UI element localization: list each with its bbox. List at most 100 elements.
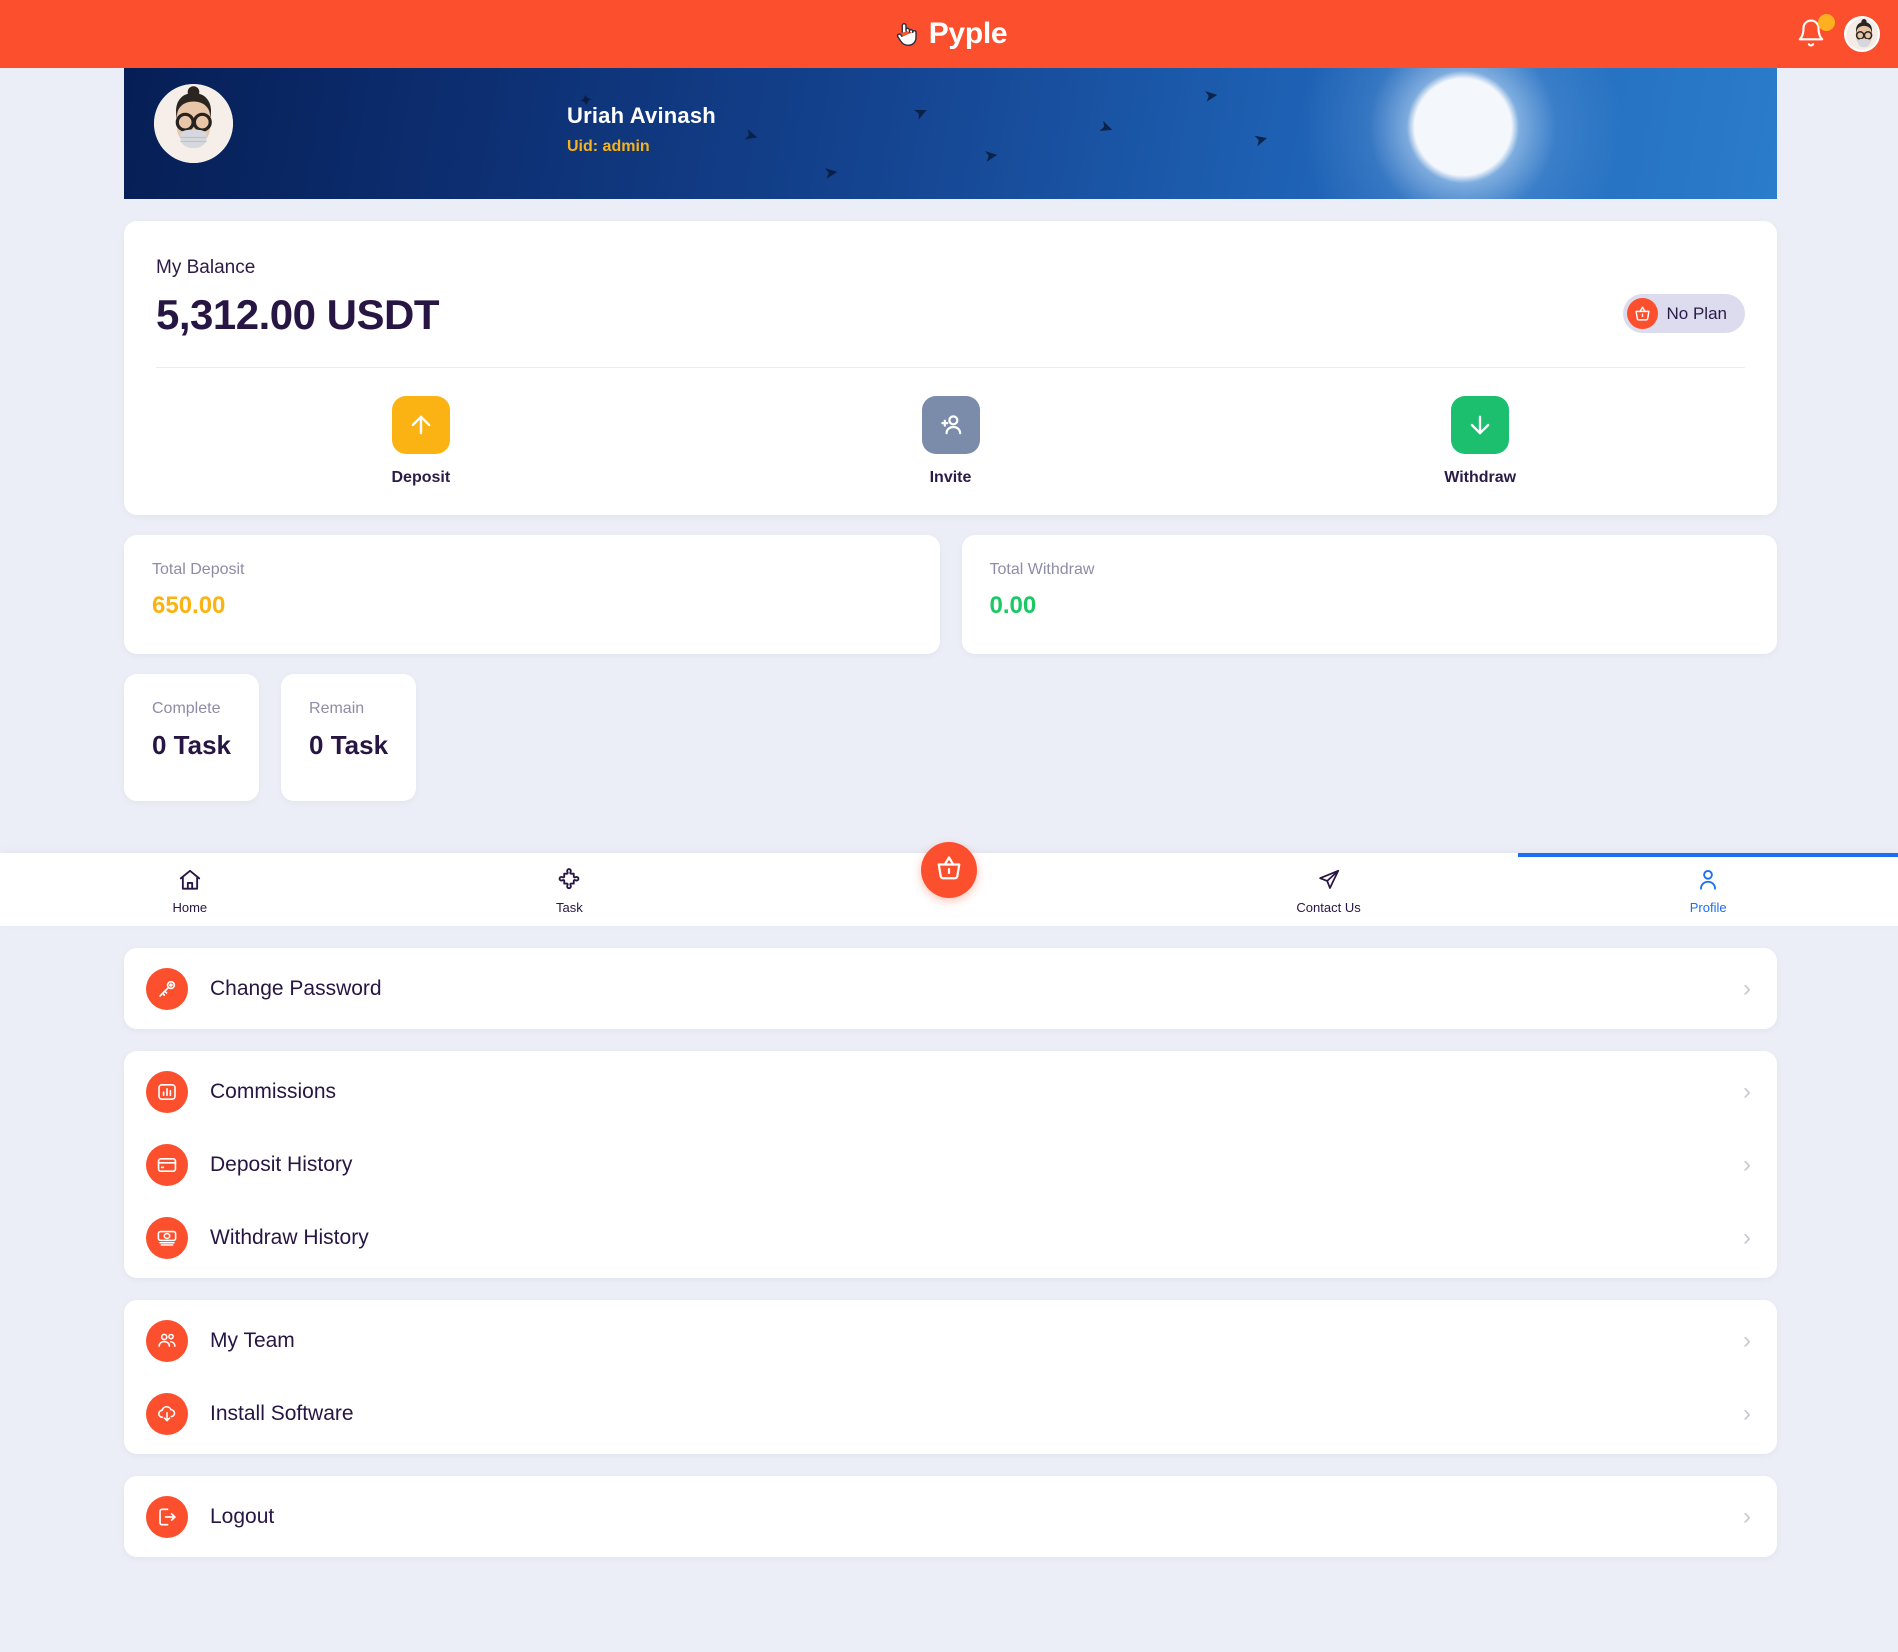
cloud-download-icon	[146, 1392, 188, 1435]
tasks-row: Complete 0 Task Remain 0 Task	[124, 674, 1777, 801]
quick-actions: Deposit Invite Withdraw	[156, 396, 1745, 487]
chevron-right-icon: ›	[1743, 1150, 1751, 1178]
total-deposit-card: Total Deposit 650.00	[124, 535, 940, 654]
menu-group-session: Logout ›	[124, 1476, 1777, 1557]
bird-decor-icon: ➤	[822, 162, 840, 183]
menu-label-install-software: Install Software	[210, 1401, 354, 1425]
chevron-right-icon: ›	[1743, 1223, 1751, 1251]
nav-item-task[interactable]: Task	[380, 853, 760, 926]
menu-item-commissions[interactable]: Commissions ›	[124, 1055, 1777, 1128]
menu-label-deposit-history: Deposit History	[210, 1152, 353, 1176]
remain-task-card: Remain 0 Task	[281, 674, 417, 801]
logout-icon	[146, 1495, 188, 1538]
chevron-right-icon: ›	[1743, 1077, 1751, 1105]
menu-label-withdraw-history: Withdraw History	[210, 1225, 369, 1249]
notification-bell-button[interactable]	[1796, 14, 1835, 51]
banner-avatar[interactable]	[154, 84, 233, 163]
status-badge[interactable]: No Plan	[1622, 294, 1745, 333]
bird-decor-icon: ➤	[982, 145, 1000, 166]
menu-item-withdraw-history[interactable]: Withdraw History ›	[124, 1201, 1777, 1274]
total-withdraw-value: 0.00	[989, 592, 1037, 619]
menu-item-change-password[interactable]: Change Password ›	[124, 952, 1777, 1025]
brand-title: Pyple	[928, 17, 1008, 50]
stats-row: Total Deposit 650.00 Total Withdraw 0.00	[124, 535, 1777, 654]
withdraw-label: Withdraw	[1444, 469, 1517, 486]
deposit-label: Deposit	[391, 469, 451, 486]
user-uid: Uid: admin	[567, 138, 650, 155]
credit-card-icon	[146, 1143, 188, 1186]
withdraw-button[interactable]: Withdraw	[1215, 396, 1745, 487]
status-badge-label: No Plan	[1666, 303, 1727, 323]
invite-button[interactable]: Invite	[686, 396, 1216, 487]
balance-card: My Balance 5,312.00 USDT No Plan Deposit…	[124, 221, 1777, 515]
notification-badge-dot	[1818, 14, 1835, 31]
nav-label-contact-us: Contact Us	[1296, 900, 1361, 915]
menu-group-tools: My Team › Install Software ›	[124, 1300, 1777, 1454]
menu-label-logout: Logout	[210, 1504, 275, 1528]
app-header: Pyple	[0, 0, 1898, 68]
chevron-right-icon: ›	[1743, 1399, 1751, 1427]
menu-group-account: Change Password ›	[124, 948, 1777, 1029]
remain-label: Remain	[309, 700, 365, 717]
banner-user-info: Uriah Avinash Uid: admin	[567, 103, 716, 156]
menu-item-logout[interactable]: Logout ›	[124, 1480, 1777, 1553]
chevron-right-icon: ›	[1743, 974, 1751, 1002]
remain-value: 0 Task	[309, 730, 389, 760]
menu-group-finance: Commissions › Deposit History › Withdraw…	[124, 1051, 1777, 1278]
menu-item-deposit-history[interactable]: Deposit History ›	[124, 1128, 1777, 1201]
home-icon	[177, 867, 203, 893]
avatar[interactable]	[1844, 16, 1880, 52]
menu-item-install-software[interactable]: Install Software ›	[124, 1377, 1777, 1450]
pointing-hand-icon	[891, 19, 921, 49]
nav-label-home: Home	[172, 900, 208, 915]
banknote-icon	[146, 1216, 188, 1259]
complete-value: 0 Task	[152, 730, 232, 760]
people-icon	[146, 1319, 188, 1362]
nav-item-profile[interactable]: Profile	[1518, 853, 1898, 926]
profile-banner: ✦ ➤ ➤ ➤ ➤ ➤ ➤ ➤ Uriah Avinash Uid: admin	[124, 68, 1777, 199]
menu-label-commissions: Commissions	[210, 1079, 337, 1103]
chevron-right-icon: ›	[1743, 1502, 1751, 1530]
bird-decor-icon: ➤	[741, 124, 761, 147]
bird-decor-icon: ➤	[1202, 85, 1220, 106]
bottom-navigation: Home Task Contact Us Profile	[0, 842, 1898, 926]
nav-item-contact-us[interactable]: Contact Us	[1139, 853, 1519, 926]
balance-label: My Balance	[156, 257, 256, 278]
arrow-up-icon	[391, 396, 450, 454]
divider	[156, 367, 1745, 368]
brand: Pyple	[891, 17, 1008, 51]
arrow-down-icon	[1451, 396, 1510, 454]
menu-label-my-team: My Team	[210, 1328, 295, 1352]
bird-decor-icon: ➤	[1096, 116, 1117, 139]
total-withdraw-card: Total Withdraw 0.00	[961, 535, 1777, 654]
nav-label-task: Task	[556, 900, 583, 915]
puzzle-icon	[556, 867, 582, 893]
key-icon	[146, 967, 188, 1010]
paper-plane-icon	[1316, 867, 1342, 893]
complete-task-card: Complete 0 Task	[124, 674, 260, 801]
total-withdraw-label: Total Withdraw	[989, 561, 1095, 578]
header-actions	[1796, 0, 1880, 68]
person-add-icon	[921, 396, 980, 454]
deposit-button[interactable]: Deposit	[156, 396, 686, 487]
profile-menu: Change Password › Commissions › Deposit …	[0, 926, 1898, 1652]
bird-decor-icon: ➤	[1251, 128, 1271, 151]
menu-label-change-password: Change Password	[210, 976, 382, 1000]
person-icon	[1695, 867, 1721, 893]
nav-item-home[interactable]: Home	[0, 853, 380, 926]
bar-chart-icon	[146, 1070, 188, 1113]
bird-decor-icon: ➤	[910, 100, 932, 125]
total-deposit-value: 650.00	[152, 592, 226, 619]
complete-label: Complete	[152, 700, 221, 717]
nav-center-fab-wrap	[759, 842, 1139, 926]
menu-item-my-team[interactable]: My Team ›	[124, 1304, 1777, 1377]
basket-icon	[1626, 298, 1658, 329]
nav-item-basket[interactable]	[920, 842, 977, 898]
invite-label: Invite	[929, 469, 972, 486]
user-name: Uriah Avinash	[567, 103, 716, 128]
chevron-right-icon: ›	[1743, 1326, 1751, 1354]
basket-icon	[935, 854, 963, 887]
balance-value: 5,312.00 USDT	[156, 291, 440, 338]
total-deposit-label: Total Deposit	[152, 561, 245, 578]
nav-label-profile: Profile	[1689, 900, 1727, 915]
